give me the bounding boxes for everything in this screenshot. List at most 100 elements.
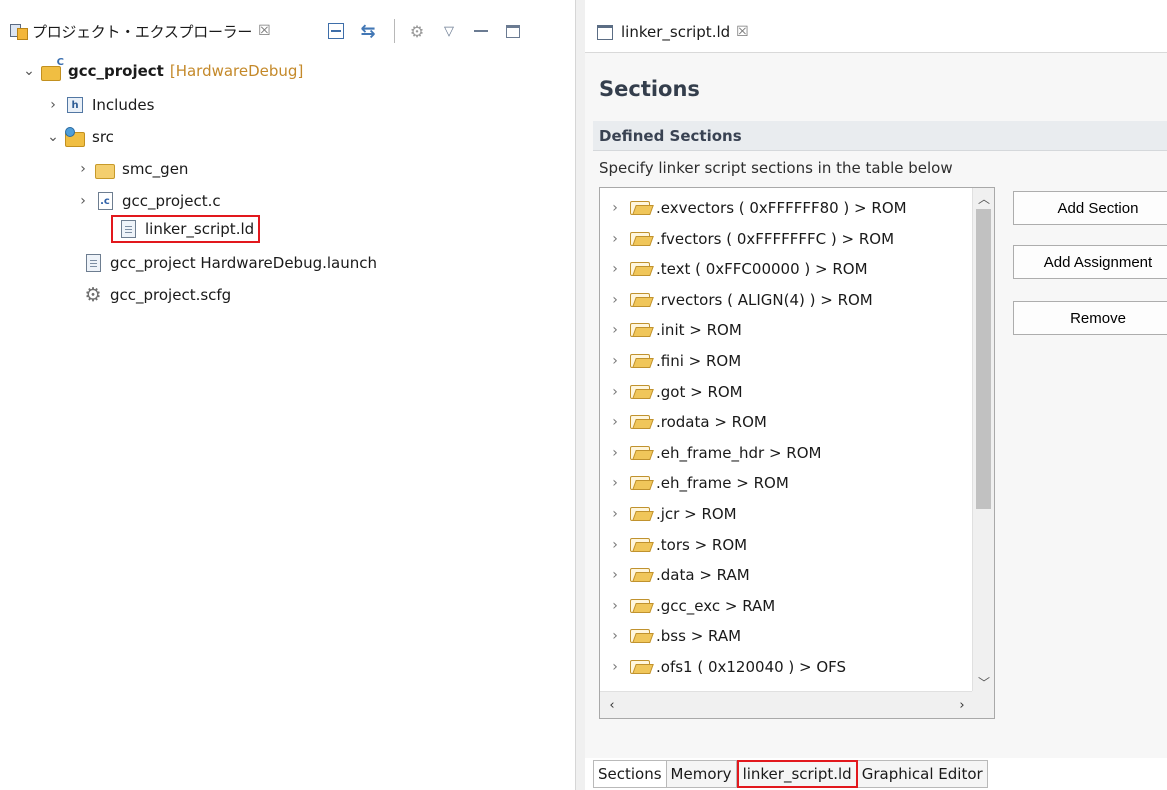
section-label: .bss > RAM: [656, 627, 742, 646]
section-label: .rvectors ( ALIGN(4) ) > ROM: [656, 290, 873, 309]
section-row[interactable]: › .exvectors ( 0xFFFFFF80 ) > ROM: [600, 193, 906, 223]
scrollbar-corner: [972, 691, 994, 718]
source-folder-icon: [64, 127, 86, 147]
section-row[interactable]: › .bss > RAM: [600, 621, 741, 651]
chevron-right-icon[interactable]: ›: [600, 567, 630, 583]
section-row[interactable]: › .got > ROM: [600, 377, 742, 407]
folder-icon: [630, 292, 650, 307]
chevron-right-icon[interactable]: ›: [600, 659, 630, 675]
chevron-right-icon[interactable]: ›: [600, 353, 630, 369]
chevron-right-icon[interactable]: ›: [600, 537, 630, 553]
scrollbar-thumb[interactable]: [976, 209, 991, 509]
tree-item-project[interactable]: ⌄ C gcc_project [HardwareDebug]: [18, 56, 303, 86]
folder-icon: [630, 629, 650, 644]
chevron-right-icon[interactable]: ›: [600, 506, 630, 522]
collapse-all-icon[interactable]: [322, 18, 350, 44]
remove-button[interactable]: Remove: [1013, 301, 1167, 335]
tab-memory[interactable]: Memory: [666, 760, 737, 788]
c-project-icon: C: [40, 57, 64, 81]
folder-icon: [94, 159, 116, 179]
chevron-right-icon[interactable]: ›: [600, 322, 630, 338]
pane-divider[interactable]: [575, 0, 585, 790]
explorer-toolbar: ⇆ ⚙ ▽: [322, 16, 531, 46]
section-row[interactable]: › .eh_frame_hdr > ROM: [600, 438, 821, 468]
close-icon[interactable]: ☒: [736, 24, 749, 40]
chevron-right-icon[interactable]: ›: [600, 628, 630, 644]
link-with-editor-icon[interactable]: ⇆: [354, 18, 382, 44]
section-label: .fini > ROM: [656, 352, 742, 370]
chevron-right-icon[interactable]: ›: [72, 193, 94, 209]
chevron-right-icon[interactable]: ›: [72, 161, 94, 177]
section-row[interactable]: › .jcr > ROM: [600, 499, 736, 529]
tab-graphical-editor[interactable]: Graphical Editor: [857, 760, 988, 788]
section-description: Specify linker script sections in the ta…: [599, 159, 953, 177]
section-header-label: Defined Sections: [599, 126, 742, 145]
section-row[interactable]: › .init > ROM: [600, 315, 742, 345]
chevron-right-icon[interactable]: ›: [42, 97, 64, 113]
tree-item-launch-file[interactable]: gcc_project HardwareDebug.launch: [82, 248, 377, 278]
sections-tree[interactable]: ›.ofs2 ( 0x120048 ) > OFS›.ofs1 ( 0x1200…: [599, 187, 995, 719]
section-row[interactable]: › .gcc_exc > RAM: [600, 591, 775, 621]
section-row[interactable]: › .rvectors ( ALIGN(4) ) > ROM: [600, 285, 873, 315]
chevron-down-icon[interactable]: ﹀: [973, 672, 994, 692]
chevron-right-icon[interactable]: ›: [600, 475, 630, 491]
editor-bottom-tabs: Sections Memory linker_script.ld Graphical …: [593, 760, 988, 790]
tree-item-smc-gen[interactable]: › smc_gen: [72, 154, 188, 184]
chevron-right-icon[interactable]: ›: [600, 261, 630, 277]
section-label: .ofs1 ( 0x120040 ) > OFS: [656, 658, 847, 676]
section-row[interactable]: › .data > RAM: [600, 560, 750, 590]
vertical-scrollbar[interactable]: ︿ ﹀: [972, 188, 994, 692]
chevron-right-icon[interactable]: ›: [600, 445, 630, 461]
folder-icon: [630, 323, 650, 338]
chevron-up-icon[interactable]: ︿: [973, 188, 994, 208]
section-row[interactable]: › .tors > ROM: [600, 530, 747, 560]
editor-tab-linker-script[interactable]: linker_script.ld ☒: [585, 16, 749, 48]
tab-linker-script[interactable]: linker_script.ld: [736, 760, 858, 788]
tree-item-scfg-file[interactable]: ⚙ gcc_project.scfg: [82, 280, 231, 310]
horizontal-scrollbar[interactable]: ‹ ›: [600, 691, 974, 718]
chevron-right-icon[interactable]: ›: [600, 598, 630, 614]
filter-icon[interactable]: ⚙: [403, 18, 431, 44]
folder-icon: [630, 537, 650, 552]
minimize-icon[interactable]: [467, 18, 495, 44]
tree-item-linker-script[interactable]: linker_script.ld: [111, 214, 261, 244]
project-explorer-tab[interactable]: プロジェクト・エクスプローラー ☒: [0, 14, 271, 48]
editor-file-icon: [597, 24, 613, 40]
chevron-down-icon[interactable]: ⌄: [42, 129, 64, 145]
view-menu-icon[interactable]: ▽: [435, 18, 463, 44]
tree-item-src[interactable]: ⌄ src: [42, 122, 114, 152]
chevron-right-icon[interactable]: ›: [950, 692, 974, 718]
chevron-right-icon[interactable]: ›: [600, 384, 630, 400]
chevron-left-icon[interactable]: ‹: [600, 692, 624, 718]
chevron-down-icon[interactable]: ⌄: [18, 63, 40, 79]
section-row[interactable]: › .eh_frame > ROM: [600, 468, 789, 498]
section-row[interactable]: › .fini > ROM: [600, 346, 741, 376]
chevron-right-icon[interactable]: ›: [600, 292, 630, 308]
add-assignment-button[interactable]: Add Assignment: [1013, 245, 1167, 279]
section-row[interactable]: › .text ( 0xFFC00000 ) > ROM: [600, 254, 867, 284]
folder-icon: [630, 384, 650, 399]
maximize-icon[interactable]: [499, 18, 527, 44]
tree-item-c-file[interactable]: › .c gcc_project.c: [72, 186, 221, 216]
chevron-right-icon[interactable]: ›: [600, 231, 630, 247]
section-row[interactable]: › .ofs1 ( 0x120040 ) > OFS: [600, 652, 846, 682]
section-label: .gcc_exc > RAM: [656, 596, 776, 615]
toolbar-separator: [394, 19, 395, 43]
section-label: .fvectors ( 0xFFFFFFFC ) > ROM: [656, 229, 895, 248]
gear-icon: ⚙: [84, 284, 102, 306]
tree-item-includes[interactable]: › h Includes: [42, 90, 154, 120]
chevron-right-icon[interactable]: ›: [600, 414, 630, 430]
folder-icon: [630, 568, 650, 583]
chevron-right-icon[interactable]: ›: [600, 200, 630, 216]
includes-icon: h: [64, 95, 86, 115]
folder-icon: [630, 507, 650, 521]
section-label: .tors > ROM: [656, 535, 748, 554]
tab-sections[interactable]: Sections: [593, 760, 667, 788]
project-build-config: [HardwareDebug]: [169, 62, 304, 80]
section-row[interactable]: › .fvectors ( 0xFFFFFFFC ) > ROM: [600, 224, 894, 254]
section-row[interactable]: › .rodata > ROM: [600, 407, 767, 437]
folder-icon: [630, 476, 650, 491]
close-icon[interactable]: ☒: [258, 23, 271, 39]
launch-file-icon: [82, 253, 104, 273]
add-section-button[interactable]: Add Section: [1013, 191, 1167, 225]
